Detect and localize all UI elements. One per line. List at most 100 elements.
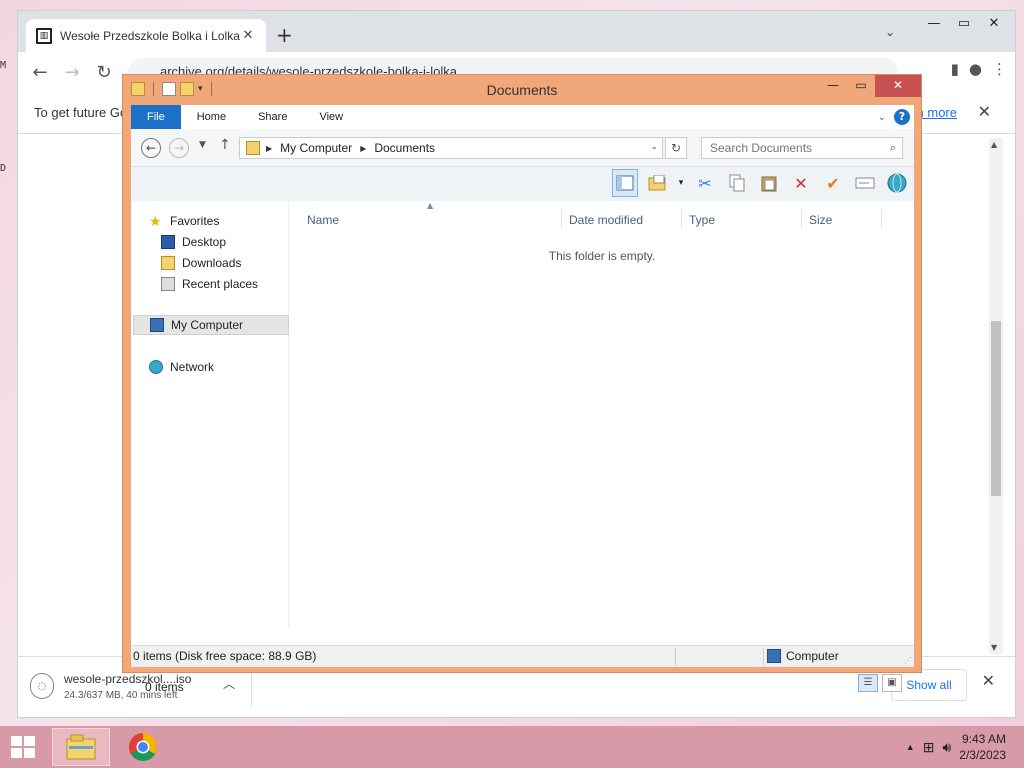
- up-arrow-icon[interactable]: ↑: [219, 137, 231, 153]
- clock-date: 2/3/2023: [959, 748, 1006, 762]
- details-view-icon[interactable]: ☰: [858, 674, 878, 692]
- network-tray-icon[interactable]: ⊞: [923, 739, 935, 756]
- show-hidden-icons-icon[interactable]: ▲: [906, 742, 915, 752]
- nav-label: Favorites: [170, 214, 220, 228]
- refresh-icon[interactable]: ↻: [665, 137, 687, 159]
- rename-icon[interactable]: [852, 169, 878, 197]
- window-controls: — ▭ ✕: [819, 75, 921, 97]
- scroll-thumb[interactable]: [991, 321, 1001, 496]
- maximize-button[interactable]: ▭: [847, 75, 875, 97]
- cut-icon[interactable]: ✂: [692, 169, 718, 197]
- clock[interactable]: 9:43 AM 2/3/2023: [959, 731, 1006, 763]
- command-bar: ▾ ✂ ✕ ✔: [131, 167, 914, 201]
- reload-icon[interactable]: ↻: [88, 62, 120, 83]
- nav-item-recent-places[interactable]: Recent places: [161, 274, 289, 294]
- nav-item-my-computer[interactable]: My Computer: [133, 315, 289, 335]
- maximize-button[interactable]: ▭: [949, 13, 979, 35]
- explorer-body: ← → ▼ ↑ ▶ My Computer ▶ Documents ⌄ ↻ ⌕: [131, 129, 914, 694]
- infobar-link[interactable]: n more: [917, 92, 957, 134]
- forward-arrow-icon[interactable]: →: [169, 138, 189, 158]
- chrome-taskbar-icon[interactable]: [114, 728, 172, 766]
- column-separator[interactable]: [561, 209, 562, 229]
- chevron-down-icon[interactable]: ⌄: [650, 141, 658, 152]
- preview-pane-icon[interactable]: [612, 169, 638, 197]
- chevron-up-icon[interactable]: ︿: [223, 675, 235, 692]
- back-arrow-icon[interactable]: ←: [141, 138, 161, 158]
- breadcrumb-arrow-icon[interactable]: ▶: [266, 144, 272, 153]
- column-name[interactable]: Name: [307, 213, 339, 227]
- volume-icon[interactable]: 🔊︎: [942, 739, 951, 756]
- breadcrumb-documents[interactable]: Documents: [374, 141, 435, 155]
- nav-item-favorites[interactable]: ★ Favorites: [149, 211, 307, 231]
- breadcrumb-arrow-icon[interactable]: ▶: [360, 144, 366, 153]
- nav-item-network[interactable]: Network: [149, 357, 307, 377]
- search-field[interactable]: ⌕: [701, 137, 903, 159]
- column-separator[interactable]: [801, 209, 802, 229]
- minimize-button[interactable]: —: [919, 13, 949, 35]
- close-icon[interactable]: ✕: [982, 671, 995, 690]
- column-separator[interactable]: [681, 209, 682, 229]
- forward-arrow-icon[interactable]: →: [56, 62, 88, 83]
- dropdown-arrow-icon[interactable]: ▾: [676, 169, 686, 197]
- tab-file[interactable]: File: [131, 105, 181, 129]
- tab-strip: ▥ Wesołe Przedszkole Bolka i Lolka ✕ + ⌄…: [18, 11, 1015, 52]
- nav-item-desktop[interactable]: Desktop: [161, 232, 289, 252]
- windows-start-icon[interactable]: [6, 734, 40, 760]
- computer-icon: [150, 318, 164, 332]
- new-tab-button[interactable]: +: [276, 23, 293, 47]
- desktop-shortcut-icon[interactable]: M: [0, 60, 12, 74]
- tab-home[interactable]: Home: [181, 105, 242, 129]
- menu-dots-icon[interactable]: ⋮: [992, 60, 1007, 78]
- large-icons-view-icon[interactable]: ▣: [882, 674, 902, 692]
- tab-view[interactable]: View: [303, 105, 359, 129]
- help-icon[interactable]: ?: [894, 109, 910, 125]
- nav-item-downloads[interactable]: Downloads: [161, 253, 289, 273]
- back-arrow-icon[interactable]: ←: [24, 62, 56, 83]
- folder-icon: [246, 141, 260, 155]
- checkmark-icon[interactable]: ✔: [820, 169, 846, 197]
- resize-grip-icon[interactable]: ⋰: [904, 656, 912, 665]
- separator: [763, 648, 764, 666]
- sidebar-icon[interactable]: ▮: [951, 60, 959, 78]
- copy-icon[interactable]: [724, 169, 750, 197]
- column-size[interactable]: Size: [809, 213, 832, 227]
- close-button[interactable]: ✕: [875, 75, 921, 97]
- scroll-down-icon[interactable]: ▼: [991, 643, 997, 652]
- paste-icon[interactable]: [756, 169, 782, 197]
- close-icon[interactable]: ✕: [978, 92, 991, 134]
- tab-share[interactable]: Share: [242, 105, 303, 129]
- scroll-up-icon[interactable]: ▲: [991, 140, 997, 149]
- ribbon-tabs: File Home Share View ⌄ ?: [131, 105, 914, 129]
- column-date-modified[interactable]: Date modified: [569, 213, 643, 227]
- column-separator[interactable]: [881, 209, 882, 229]
- globe-icon[interactable]: [884, 169, 910, 197]
- profile-icon[interactable]: ●: [969, 60, 982, 78]
- clock-time: 9:43 AM: [961, 732, 1006, 746]
- tab-title: Wesołe Przedszkole Bolka i Lolka: [60, 28, 240, 43]
- file-explorer-taskbar-icon[interactable]: [52, 728, 110, 766]
- address-box[interactable]: ▶ My Computer ▶ Documents ⌄: [239, 137, 663, 159]
- search-icon[interactable]: ⌕: [890, 141, 896, 155]
- system-tray: ▲ ⊞ 🔊︎ 9:43 AM 2/3/2023: [906, 726, 1024, 768]
- window-title: Documents: [486, 82, 558, 98]
- minimize-button[interactable]: —: [819, 75, 847, 97]
- search-input[interactable]: [702, 138, 872, 158]
- recent-places-icon: [161, 277, 175, 291]
- taskbar: ▲ ⊞ 🔊︎ 9:43 AM 2/3/2023: [0, 726, 1024, 768]
- browser-tab[interactable]: ▥ Wesołe Przedszkole Bolka i Lolka ✕: [26, 19, 266, 52]
- show-all-button[interactable]: Show all: [891, 669, 967, 701]
- logo-pane: [11, 748, 22, 758]
- chevron-down-icon[interactable]: ⌄: [885, 25, 895, 39]
- column-type[interactable]: Type: [689, 213, 715, 227]
- breadcrumb-my-computer[interactable]: My Computer: [280, 141, 352, 155]
- desktop-shortcut-icon[interactable]: D: [0, 163, 12, 177]
- window-controls: — ▭ ✕: [919, 13, 1009, 35]
- file-icon: ◌: [30, 673, 54, 699]
- close-icon[interactable]: ✕: [240, 28, 256, 43]
- delete-icon[interactable]: ✕: [788, 169, 814, 197]
- close-button[interactable]: ✕: [979, 13, 1009, 35]
- page-scrollbar[interactable]: ▲ ▼: [989, 138, 1003, 654]
- recent-locations-icon[interactable]: ▼: [199, 140, 206, 150]
- folder-options-icon[interactable]: [644, 169, 670, 197]
- expand-ribbon-icon[interactable]: ⌄: [878, 112, 886, 123]
